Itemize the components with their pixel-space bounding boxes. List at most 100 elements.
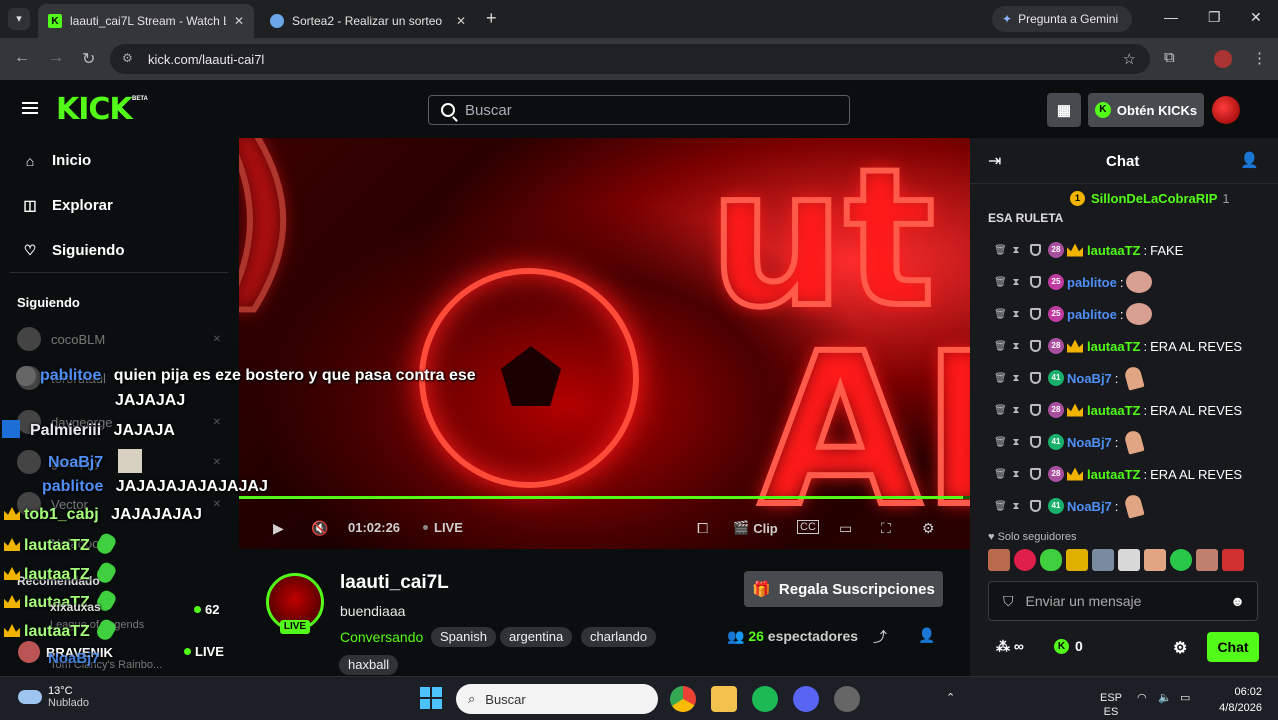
menu-dots-icon[interactable]: ⋮ [1252,49,1267,67]
chat-username[interactable]: lautaaTZ [1087,339,1140,354]
captions-icon[interactable]: CC [797,520,819,534]
app-icon[interactable] [834,686,860,712]
new-tab-icon[interactable]: + [486,8,497,29]
timeout-icon[interactable]: ⧗ [1012,245,1020,256]
points-icon[interactable]: ⁂ ∞ [996,638,1024,655]
chat-username[interactable]: pablitoe [1067,307,1117,322]
following-item[interactable]: cocoBLM ✕ [17,327,227,351]
battery-icon[interactable]: ▭ [1180,691,1190,704]
spotify-icon[interactable] [752,686,778,712]
tab-kick[interactable]: K laauti_cai7L Stream - Watch Live ✕ [38,4,254,38]
chat-message[interactable]: 🗑 ⧗ 28 lautaaTZ: ERA AL REVES [994,399,1242,421]
tag-chip[interactable]: charlando [581,627,657,647]
mod-shield-icon[interactable] [1030,244,1041,256]
chat-settings-icon[interactable]: ⚙ [1173,638,1187,658]
clip-button[interactable]: 🎬 Clip [733,520,778,536]
emote-icon[interactable] [1040,549,1062,571]
mod-shield-icon[interactable] [1030,372,1041,384]
gift-subs-button[interactable]: 🎁 Regala Suscripciones [744,571,943,607]
emote-icon[interactable] [1196,549,1218,571]
trash-icon[interactable]: 🗑 [994,501,1007,512]
chat-message[interactable]: 🗑 ⧗ 25 pablitoe: [994,271,1153,293]
send-chat-button[interactable]: Chat [1207,632,1259,662]
mod-shield-icon[interactable] [1030,436,1041,448]
restore-icon[interactable]: ❐ [1208,9,1221,26]
pinned-gifter[interactable]: 1 SillonDeLaCobraRIP 1 [1070,191,1230,206]
kick-logo[interactable]: KICK [56,92,133,127]
tab-sortea2[interactable]: Sortea2 - Realizar un sorteo ✕ [260,4,476,38]
volume-icon[interactable]: 🔈 [1158,691,1172,704]
timeout-icon[interactable]: ⧗ [1012,277,1020,288]
timeout-icon[interactable]: ⧗ [1012,309,1020,320]
timeout-icon[interactable]: ⧗ [1012,341,1020,352]
fullscreen-icon[interactable]: ⛶ [881,520,891,537]
sidebar-item-explorar[interactable]: ◫ Explorar [22,197,112,214]
trash-icon[interactable]: 🗑 [994,341,1007,352]
address-bar[interactable]: ⚙ kick.com/laauti-cai7l ☆ [110,44,1150,74]
trash-icon[interactable]: 🗑 [994,373,1007,384]
timeout-icon[interactable]: ⧗ [1012,469,1020,480]
mute-icon[interactable]: 🔇 [311,520,328,537]
emote-icon[interactable] [988,549,1010,571]
search-input[interactable] [465,101,825,119]
tag-chip[interactable]: argentina [500,627,573,647]
chat-message[interactable]: 🗑 ⧗ 41 NoaBj7: [994,429,1145,455]
weather-widget[interactable]: 13°C Nublado [18,685,89,709]
share-icon[interactable]: ⤴ [873,627,887,647]
chat-username[interactable]: lautaaTZ [1087,467,1140,482]
emote-icon[interactable] [1222,549,1244,571]
sidebar-item-siguiendo[interactable]: ♡ Siguiendo [22,242,125,259]
trash-icon[interactable]: 🗑 [994,405,1007,416]
trash-icon[interactable]: 🗑 [994,309,1007,320]
tab-search-button[interactable]: ▾ [8,8,30,30]
chat-message[interactable]: 🗑 ⧗ 28 lautaaTZ: ERA AL REVES [994,335,1242,357]
chat-username[interactable]: NoaBj7 [1067,435,1112,450]
collapse-chat-icon[interactable]: ⇥ [988,151,1001,171]
chat-username[interactable]: NoaBj7 [1067,499,1112,514]
emote-icon[interactable] [1092,549,1114,571]
timeout-icon[interactable]: ⧗ [1012,437,1020,448]
emote-icon[interactable] [1170,549,1192,571]
chat-username[interactable]: pablitoe [1067,275,1117,290]
chat-username[interactable]: lautaaTZ [1087,403,1140,418]
back-icon[interactable]: ← [14,49,30,67]
minimize-icon[interactable]: — [1164,9,1178,25]
emoji-icon[interactable]: ☻ [1230,593,1245,609]
chat-username[interactable]: NoaBj7 [1067,371,1112,386]
follow-user-icon[interactable]: 👤 [918,627,935,644]
mod-shield-icon[interactable] [1030,468,1041,480]
hamburger-menu-icon[interactable] [22,102,38,114]
windows-start-icon[interactable] [420,687,442,709]
emote-icon[interactable] [1144,549,1166,571]
mod-shield-icon[interactable] [1030,276,1041,288]
mod-shield-icon[interactable] [1030,340,1041,352]
timeout-icon[interactable]: ⧗ [1012,501,1020,512]
mod-shield-icon[interactable] [1030,500,1041,512]
trash-icon[interactable]: 🗑 [994,469,1007,480]
timeout-icon[interactable]: ⧗ [1012,405,1020,416]
gemini-button[interactable]: ✦ Pregunta a Gemini [992,6,1132,32]
timeout-icon[interactable]: ⧗ [1012,373,1020,384]
play-icon[interactable]: ▶ [273,520,284,537]
chat-users-icon[interactable]: 👤 [1240,151,1259,169]
tag-chip[interactable]: haxball [339,655,399,675]
clock[interactable]: 06:02 4/8/2026 [1212,684,1262,716]
trash-icon[interactable]: 🗑 [994,437,1007,448]
emote-icon[interactable] [1014,549,1036,571]
discord-icon[interactable] [793,686,819,712]
reload-icon[interactable]: ↻ [82,49,95,69]
close-window-icon[interactable]: ✕ [1250,9,1262,26]
close-tab-icon[interactable]: ✕ [448,14,466,28]
user-avatar[interactable] [1212,96,1240,124]
language-indicator[interactable]: ESP ES [1100,691,1122,719]
live-indicator[interactable]: LIVE [423,520,463,535]
wifi-icon[interactable]: ◠ [1137,691,1147,704]
site-info-icon[interactable]: ⚙ [122,51,133,65]
video-player[interactable]: ut AI7 ) ▶ 🔇 01:02:26 LIVE ⧠ 🎬 Clip CC ▭… [239,138,970,549]
channel-name[interactable]: laauti_cai7L [340,572,449,594]
trash-icon[interactable]: 🗑 [994,277,1007,288]
chrome-icon[interactable] [670,686,696,712]
close-tab-icon[interactable]: ✕ [226,14,244,28]
tray-chevron-icon[interactable]: ⌃ [946,691,955,704]
sidebar-item-inicio[interactable]: ⌂ Inicio [22,152,91,169]
